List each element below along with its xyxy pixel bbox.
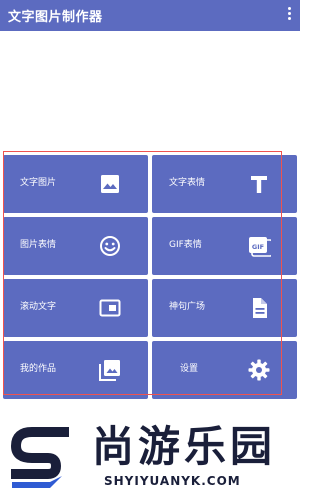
- tile-my-works[interactable]: 我的作品: [3, 341, 148, 399]
- tile-quote-square[interactable]: 神句广场: [152, 279, 297, 337]
- document-icon: [247, 296, 271, 320]
- image-icon: [98, 172, 122, 196]
- tile-label: 设置: [180, 364, 199, 374]
- app-bar: 文字图片制作器: [0, 0, 300, 31]
- gear-icon: [247, 358, 271, 382]
- scrolling-window-icon: [98, 296, 122, 320]
- s-logo-icon: [10, 426, 72, 492]
- tile-text-image[interactable]: 文字图片: [3, 155, 148, 213]
- watermark-chinese: 尚游乐园: [92, 422, 277, 471]
- watermark-english: SHYIYUANYK.COM: [104, 474, 241, 488]
- tile-settings[interactable]: 设置: [152, 341, 297, 399]
- smiley-icon: [98, 234, 122, 258]
- app-title: 文字图片制作器: [8, 10, 103, 25]
- gif-icon: GIF: [247, 234, 271, 258]
- tile-label: 文字图片: [20, 178, 57, 188]
- tile-label: 图片表情: [20, 240, 57, 250]
- tile-text-emoji[interactable]: 文字表情: [152, 155, 297, 213]
- overflow-menu-icon[interactable]: [284, 5, 294, 25]
- watermark: 尚游乐园 SHYIYUANYK.COM: [0, 418, 300, 502]
- tile-gif-emoji[interactable]: GIF表情 GIF: [152, 217, 297, 275]
- tile-label: GIF表情: [169, 240, 202, 250]
- svg-text:GIF: GIF: [252, 243, 264, 251]
- tile-label: 文字表情: [169, 178, 206, 188]
- tile-label: 滚动文字: [20, 302, 57, 312]
- tile-label: 我的作品: [20, 364, 57, 374]
- tile-scrolling-text[interactable]: 滚动文字: [3, 279, 148, 337]
- text-t-icon: [247, 172, 271, 196]
- photo-library-icon: [98, 358, 122, 382]
- tile-image-emoji[interactable]: 图片表情: [3, 217, 148, 275]
- tile-label: 神句广场: [169, 302, 206, 312]
